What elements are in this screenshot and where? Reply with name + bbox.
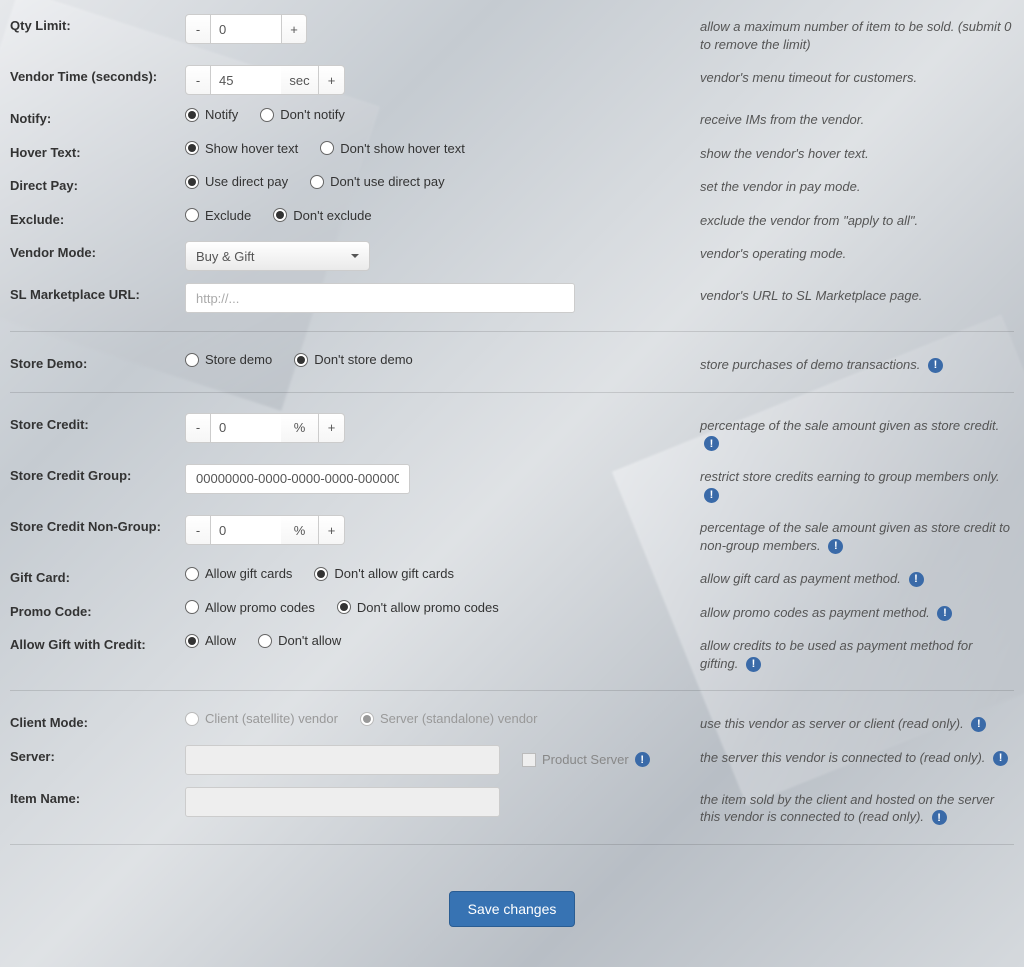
store-demo-help: store purchases of demo transactions. !: [680, 352, 1014, 374]
client-mode-help: use this vendor as server or client (rea…: [680, 711, 1014, 733]
direct-label: Direct Pay:: [10, 174, 185, 193]
gift-credit-radio-no[interactable]: Don't allow: [258, 633, 341, 648]
store-demo-radio-no[interactable]: Don't store demo: [294, 352, 413, 367]
promo-code-label: Promo Code:: [10, 600, 185, 619]
store-demo-radio-yes[interactable]: Store demo: [185, 352, 272, 367]
client-mode-radio-server: Server (standalone) vendor: [360, 711, 538, 726]
info-icon[interactable]: !: [909, 572, 924, 587]
store-credit-group-help: restrict store credits earning to group …: [680, 464, 1014, 503]
qty-limit-input[interactable]: [211, 14, 281, 44]
store-credit-nongroup-help: percentage of the sale amount given as s…: [680, 515, 1014, 554]
percent-addon: %: [281, 413, 319, 443]
qty-limit-label: Qty Limit:: [10, 14, 185, 33]
item-name-label: Item Name:: [10, 787, 185, 806]
info-icon[interactable]: !: [932, 810, 947, 825]
notify-radio-yes[interactable]: Notify: [185, 107, 238, 122]
store-credit-help: percentage of the sale amount given as s…: [680, 413, 1014, 452]
vendor-time-increment-button[interactable]: +: [319, 65, 345, 95]
hover-radio-yes[interactable]: Show hover text: [185, 141, 298, 156]
vendor-time-help: vendor's menu timeout for customers.: [680, 65, 1014, 87]
exclude-radio-yes[interactable]: Exclude: [185, 208, 251, 223]
info-icon[interactable]: !: [937, 606, 952, 621]
sl-url-label: SL Marketplace URL:: [10, 283, 185, 302]
info-icon[interactable]: !: [828, 539, 843, 554]
scng-increment-button[interactable]: +: [319, 515, 345, 545]
direct-radio-no[interactable]: Don't use direct pay: [310, 174, 445, 189]
store-credit-nongroup-stepper: - % +: [185, 515, 345, 545]
store-credit-label: Store Credit:: [10, 413, 185, 432]
exclude-label: Exclude:: [10, 208, 185, 227]
hover-help: show the vendor's hover text.: [680, 141, 1014, 163]
info-icon[interactable]: !: [971, 717, 986, 732]
scng-decrement-button[interactable]: -: [185, 515, 211, 545]
gift-card-label: Gift Card:: [10, 566, 185, 585]
gift-credit-label: Allow Gift with Credit:: [10, 633, 185, 652]
product-server-checkbox: Product Server !: [522, 752, 650, 767]
divider: [10, 392, 1014, 393]
divider: [10, 331, 1014, 332]
info-icon[interactable]: !: [704, 488, 719, 503]
hover-label: Hover Text:: [10, 141, 185, 160]
server-input: [185, 745, 500, 775]
sl-url-input[interactable]: [185, 283, 575, 313]
gift-credit-radio-yes[interactable]: Allow: [185, 633, 236, 648]
info-icon[interactable]: !: [746, 657, 761, 672]
info-icon[interactable]: !: [635, 752, 650, 767]
exclude-radio-no[interactable]: Don't exclude: [273, 208, 371, 223]
store-credit-decrement-button[interactable]: -: [185, 413, 211, 443]
store-demo-label: Store Demo:: [10, 352, 185, 371]
gift-card-radio-yes[interactable]: Allow gift cards: [185, 566, 292, 581]
vendor-time-stepper: - sec +: [185, 65, 345, 95]
info-icon[interactable]: !: [928, 358, 943, 373]
client-mode-radio-client: Client (satellite) vendor: [185, 711, 338, 726]
store-credit-stepper: - % +: [185, 413, 345, 443]
sl-url-help: vendor's URL to SL Marketplace page.: [680, 283, 1014, 305]
vendor-mode-label: Vendor Mode:: [10, 241, 185, 260]
notify-label: Notify:: [10, 107, 185, 126]
percent-addon: %: [281, 515, 319, 545]
promo-radio-no[interactable]: Don't allow promo codes: [337, 600, 499, 615]
vendor-time-decrement-button[interactable]: -: [185, 65, 211, 95]
divider: [10, 690, 1014, 691]
qty-limit-decrement-button[interactable]: -: [185, 14, 211, 44]
store-credit-increment-button[interactable]: +: [319, 413, 345, 443]
server-label: Server:: [10, 745, 185, 764]
notify-help: receive IMs from the vendor.: [680, 107, 1014, 129]
vendor-time-unit: sec: [281, 65, 319, 95]
qty-limit-stepper: - +: [185, 14, 307, 44]
exclude-help: exclude the vendor from "apply to all".: [680, 208, 1014, 230]
info-icon[interactable]: !: [704, 436, 719, 451]
client-mode-label: Client Mode:: [10, 711, 185, 730]
qty-limit-increment-button[interactable]: +: [281, 14, 307, 44]
vendor-time-label: Vendor Time (seconds):: [10, 65, 185, 84]
store-credit-nongroup-label: Store Credit Non-Group:: [10, 515, 185, 534]
item-name-help: the item sold by the client and hosted o…: [680, 787, 1014, 826]
server-help: the server this vendor is connected to (…: [680, 745, 1014, 767]
direct-radio-yes[interactable]: Use direct pay: [185, 174, 288, 189]
vendor-mode-help: vendor's operating mode.: [680, 241, 1014, 263]
divider: [10, 844, 1014, 845]
qty-limit-help: allow a maximum number of item to be sol…: [680, 14, 1014, 53]
promo-code-help: allow promo codes as payment method. !: [680, 600, 1014, 622]
save-button[interactable]: Save changes: [449, 891, 576, 927]
promo-radio-yes[interactable]: Allow promo codes: [185, 600, 315, 615]
store-credit-group-label: Store Credit Group:: [10, 464, 185, 483]
gift-card-radio-no[interactable]: Don't allow gift cards: [314, 566, 454, 581]
scng-input[interactable]: [211, 515, 281, 545]
vendor-mode-dropdown[interactable]: Buy & Gift: [185, 241, 370, 271]
notify-radio-no[interactable]: Don't notify: [260, 107, 345, 122]
store-credit-input[interactable]: [211, 413, 281, 443]
hover-radio-no[interactable]: Don't show hover text: [320, 141, 465, 156]
direct-help: set the vendor in pay mode.: [680, 174, 1014, 196]
vendor-time-input[interactable]: [211, 65, 281, 95]
gift-credit-help: allow credits to be used as payment meth…: [680, 633, 1014, 672]
item-name-input: [185, 787, 500, 817]
gift-card-help: allow gift card as payment method. !: [680, 566, 1014, 588]
info-icon[interactable]: !: [993, 751, 1008, 766]
store-credit-group-input[interactable]: [185, 464, 410, 494]
